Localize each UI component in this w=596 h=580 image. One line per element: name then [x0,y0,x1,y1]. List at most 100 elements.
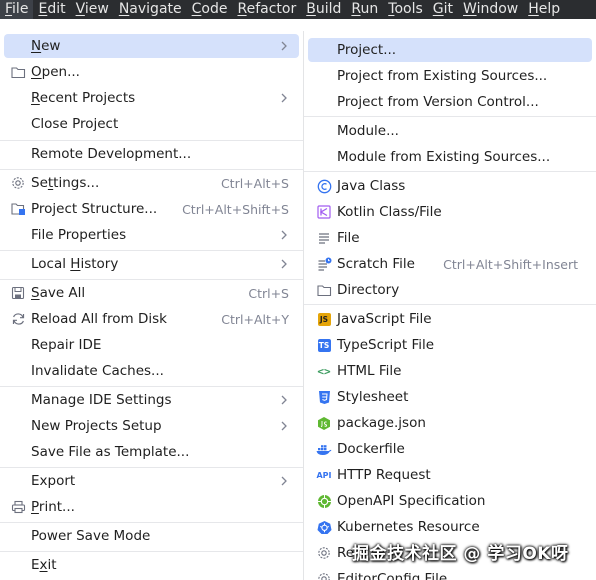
menubar-file-mnemonic: F [5,1,13,17]
docker-icon [316,441,332,457]
menu-item-project-structure[interactable]: Project Structure... Ctrl+Alt+Shift+S [4,197,299,221]
menu-item-dockerfile-label: Dockerfile [337,441,405,457]
menubar-code-mnemonic: C [191,1,202,17]
menu-item-stylesheet[interactable]: Stylesheet [308,385,592,409]
project-structure-icon [10,201,26,217]
menu-item-module-label: Module... [337,123,399,139]
menu-item-remote-development[interactable]: Remote Development... [4,142,299,166]
menu-item-javascript-file[interactable]: JS JavaScript File [308,307,592,331]
menu-separator [304,304,596,305]
menu-item-open[interactable]: Open... [4,60,299,84]
menubar-run[interactable]: Run [346,0,383,19]
menu-item-open-label: Open... [31,64,80,80]
menubar-build-mnemonic: B [306,1,316,17]
menu-separator [0,169,303,170]
menu-item-new-project[interactable]: Project... [308,38,592,62]
menu-item-export-label: Export [31,473,76,489]
menu-item-recent-projects[interactable]: Recent Projects [4,86,299,110]
menu-item-typescript-file[interactable]: TS TypeScript File [308,333,592,357]
menu-item-scratch-file[interactable]: Scratch File Ctrl+Alt+Shift+Insert [308,252,592,276]
menu-item-new-projects-setup[interactable]: New Projects Setup [4,414,299,438]
menu-item-html-file[interactable]: <> HTML File [308,359,592,383]
print-mnemonic: P [31,499,39,515]
menu-item-project-from-vcs-label: Project from Version Control... [337,94,539,110]
menu-item-editorconfig-file[interactable]: EditorConfig File [308,567,592,580]
menu-item-new-label: New [31,38,60,54]
recent-projects-label-rest: ecent Projects [39,90,136,106]
menu-item-module[interactable]: Module... [308,119,592,143]
menu-separator [0,140,303,141]
reload-all-shortcut: Ctrl+Alt+Y [221,311,289,327]
menubar-file[interactable]: File [0,0,34,19]
menu-separator [0,522,303,523]
menu-item-print-label: Print... [31,499,75,515]
menu-item-kubernetes-resource-label: Kubernetes Resource [337,519,480,535]
menubar-refactor-label: efactor [246,1,297,17]
menu-item-project-from-existing-sources[interactable]: Project from Existing Sources... [308,64,592,88]
menu-item-project-from-vcs[interactable]: Project from Version Control... [308,90,592,114]
menu-item-manage-ide-settings[interactable]: Manage IDE Settings [4,388,299,412]
chevron-right-icon [281,395,287,405]
menu-item-print[interactable]: Print... [4,495,299,519]
menu-item-local-history[interactable]: Local History [4,252,299,276]
menubar-window[interactable]: Window [458,0,523,19]
menubar-view[interactable]: View [71,0,114,19]
menubar-tools[interactable]: Tools [383,0,428,19]
menubar-window-mnemonic: W [463,1,477,17]
file-menu: New Open... Recent Projects Close Projec… [0,31,304,580]
gear-icon [316,545,332,561]
local-history-mnemonic: H [70,256,81,272]
menu-item-module-from-existing-sources[interactable]: Module from Existing Sources... [308,145,592,169]
menu-item-settings-label: Settings... [31,175,99,191]
chevron-right-icon [281,476,287,486]
reload-icon [10,311,26,327]
menu-item-export[interactable]: Export [4,469,299,493]
menubar-run-label: un [360,1,379,17]
save-icon [10,285,26,301]
menu-item-java-class[interactable]: Java Class [308,174,592,198]
menu-item-power-save-mode-label: Power Save Mode [31,528,151,544]
menu-item-new[interactable]: New [4,34,299,58]
menu-item-kubernetes-resource[interactable]: Kubernetes Resource [308,515,592,539]
menubar-help[interactable]: Help [523,0,565,19]
menu-item-exit[interactable]: Exit [4,553,299,577]
menu-item-repair-ide[interactable]: Repair IDE [4,333,299,357]
menu-item-file[interactable]: File [308,226,592,250]
menu-item-http-request[interactable]: API HTTP Request [308,463,592,487]
menu-item-stylesheet-label: Stylesheet [337,389,409,405]
menu-item-save-all[interactable]: Save All Ctrl+S [4,281,299,305]
html-glyph: <> [317,364,331,378]
menu-item-java-class-label: Java Class [337,178,406,194]
menu-item-power-save-mode[interactable]: Power Save Mode [4,524,299,548]
menu-item-scratch-file-label: Scratch File [337,256,415,272]
menu-item-repair-ide-label: Repair IDE [31,337,102,353]
menu-item-openapi-specification[interactable]: OpenAPI Specification [308,489,592,513]
menu-item-dockerfile[interactable]: Dockerfile [308,437,592,461]
menubar-edit[interactable]: Edit [33,0,70,19]
menu-item-directory[interactable]: Directory [308,278,592,302]
menu-item-invalidate-caches-label: Invalidate Caches... [31,363,164,379]
menu-item-file-properties[interactable]: File Properties [4,223,299,247]
menubar-git-mnemonic: G [432,1,444,17]
menubar-edit-mnemonic: E [38,1,48,17]
menu-item-settings[interactable]: Settings... Ctrl+Alt+S [4,171,299,195]
menu-item-close-project[interactable]: Close Project [4,112,299,136]
menubar-git[interactable]: Git [428,0,458,19]
menubar-build-label: uild [315,1,342,17]
chevron-right-icon [281,259,287,269]
menubar-code[interactable]: Code [187,0,233,19]
menu-item-invalidate-caches[interactable]: Invalidate Caches... [4,359,299,383]
folder-icon [316,282,332,298]
menu-item-typescript-file-label: TypeScript File [337,337,435,353]
menu-item-package-json[interactable]: package.json [308,411,592,435]
settings-shortcut: Ctrl+Alt+S [220,175,289,191]
menubar-navigate[interactable]: Navigate [114,0,187,19]
project-structure-shortcut: Ctrl+Alt+Shift+S [182,201,289,217]
menu-item-kotlin-class-file[interactable]: Kotlin Class/File [308,200,592,224]
recent-projects-mnemonic: R [31,90,40,106]
menubar-refactor[interactable]: Refactor [232,0,301,19]
open-mnemonic: O [31,64,42,80]
menu-item-reload-all[interactable]: Reload All from Disk Ctrl+Alt+Y [4,307,299,331]
menubar-build[interactable]: Build [301,0,346,19]
menu-item-save-file-as-template[interactable]: Save File as Template... [4,440,299,464]
